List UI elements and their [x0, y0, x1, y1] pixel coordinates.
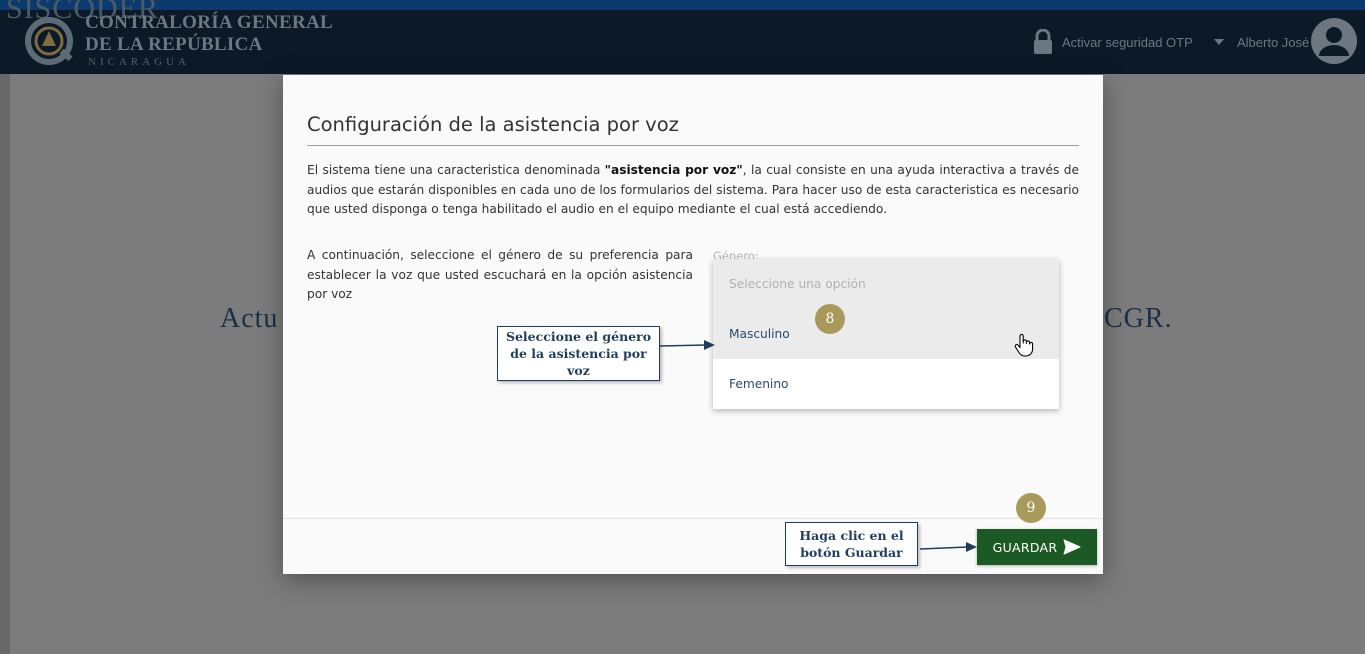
dropdown-option-placeholder[interactable]: Seleccione una opción [713, 259, 1059, 309]
intro-paragraph: El sistema tiene una caracteristica deno… [307, 161, 1079, 220]
send-icon [1063, 539, 1081, 555]
background-heading-right: CGR. [1104, 303, 1173, 334]
gender-dropdown[interactable]: Seleccione una opción Masculino Femenino [713, 259, 1059, 409]
caret-down-icon [1214, 39, 1224, 45]
logo-text-line-2: DE LA REPÚBLICA [85, 34, 263, 55]
title-divider [307, 145, 1079, 146]
callout-click-save: Haga clic en el botón Guardar [785, 522, 918, 566]
logo-mark-icon [25, 17, 73, 65]
modal-title: Configuración de la asistencia por voz [307, 113, 679, 136]
callout-select-gender: Seleccione el género de la asistencia po… [497, 326, 660, 381]
step-badge-9: 9 [1016, 493, 1046, 523]
otp-security-link[interactable]: Activar seguridad OTP [1032, 28, 1193, 56]
voice-assistance-modal: Configuración de la asistencia por voz E… [283, 75, 1103, 574]
save-button-label: GUARDAR [992, 539, 1058, 555]
step-badge-8: 8 [815, 304, 845, 334]
otp-label: Activar seguridad OTP [1062, 34, 1193, 50]
user-menu[interactable]: Alberto José [1214, 28, 1309, 56]
user-name: Alberto José [1237, 34, 1310, 50]
intro-text-start: El sistema tiene una caracteristica deno… [307, 163, 605, 177]
app-header: SISCODER CONTRALORÍA GENERAL DE LA REPÚB… [0, 0, 1365, 74]
user-avatar-icon[interactable] [1311, 18, 1357, 64]
background-heading-left: Actu [220, 303, 279, 334]
arrow-to-dropdown [660, 340, 715, 350]
logo-text-line-3: NICARAGUA [88, 56, 190, 68]
hand-cursor-icon [1014, 333, 1034, 357]
gender-instruction: A continuación, seleccione el género de … [307, 248, 693, 302]
intro-text-bold: "asistencia por voz" [604, 163, 743, 177]
footer-divider [283, 518, 1103, 519]
arrow-to-save [920, 542, 977, 552]
save-button[interactable]: GUARDAR [977, 529, 1097, 565]
dropdown-option-masculino[interactable]: Masculino [713, 309, 1059, 359]
lock-icon [1034, 29, 1052, 54]
logo-text-line-1: CONTRALORÍA GENERAL [85, 12, 333, 33]
sidebar-edge [0, 74, 10, 654]
cgr-logo[interactable]: SISCODER CONTRALORÍA GENERAL DE LA REPÚB… [6, 0, 333, 72]
dropdown-option-femenino[interactable]: Femenino [713, 359, 1059, 409]
